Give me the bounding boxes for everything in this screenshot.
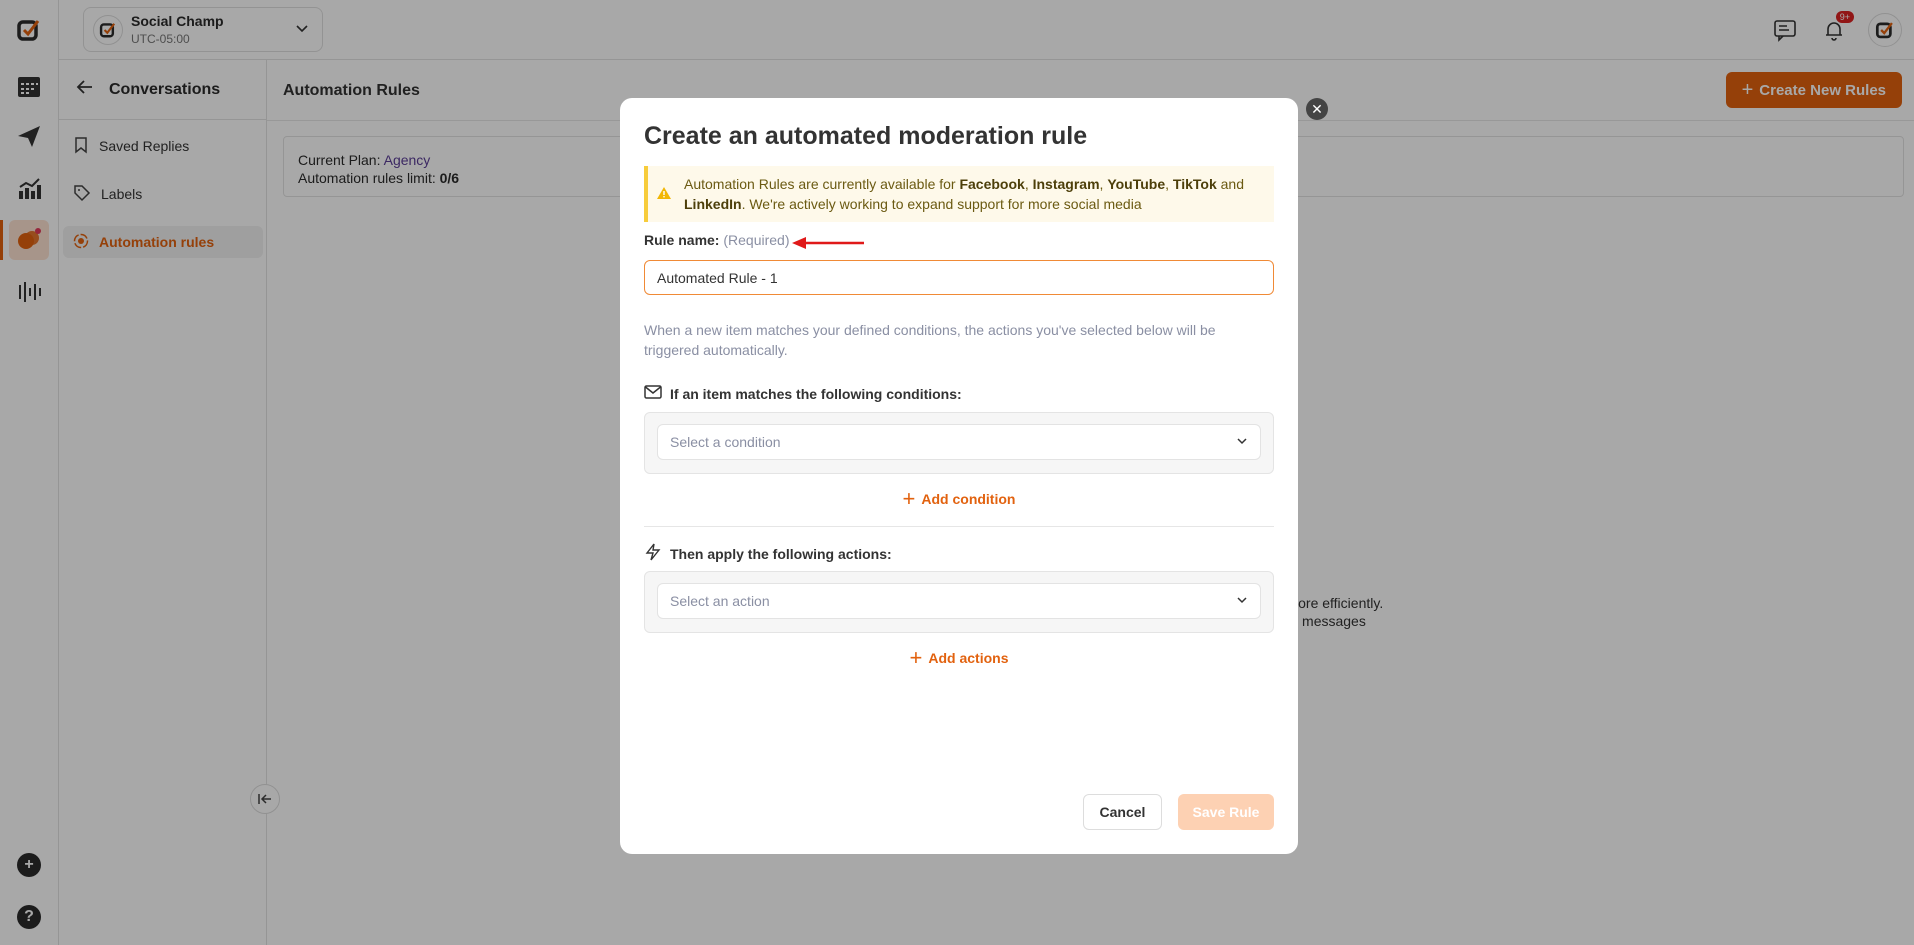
add-condition-button[interactable]: + Add condition (620, 486, 1298, 511)
conditions-container: Select a condition (644, 412, 1274, 474)
rule-name-input[interactable] (644, 260, 1274, 295)
conditions-heading: If an item matches the following conditi… (644, 384, 962, 403)
platform-warning-banner: Automation Rules are currently available… (644, 166, 1274, 222)
plus-icon: + (909, 645, 923, 670)
close-modal-icon[interactable]: ✕ (1306, 98, 1328, 120)
cancel-button[interactable]: Cancel (1083, 794, 1162, 830)
rule-description: When a new item matches your defined con… (644, 322, 1216, 358)
plus-icon: + (902, 486, 916, 511)
section-divider (644, 526, 1274, 527)
red-arrow-annotation-icon (792, 236, 864, 254)
mail-icon (644, 384, 662, 403)
create-rule-modal: Create an automated moderation rule Auto… (620, 98, 1298, 854)
add-actions-button[interactable]: + Add actions (620, 645, 1298, 670)
actions-container: Select an action (644, 571, 1274, 633)
actions-heading: Then apply the following actions: (644, 543, 892, 564)
chevron-down-icon (1236, 434, 1248, 450)
condition-select[interactable]: Select a condition (657, 424, 1261, 460)
rule-name-label: Rule name: (Required) (644, 232, 790, 248)
save-rule-button[interactable]: Save Rule (1178, 794, 1274, 830)
required-hint: (Required) (723, 232, 790, 248)
lightning-icon (644, 543, 662, 564)
action-select[interactable]: Select an action (657, 583, 1261, 619)
warning-icon (657, 184, 671, 204)
chevron-down-icon (1236, 593, 1248, 609)
modal-title: Create an automated moderation rule (644, 122, 1088, 150)
